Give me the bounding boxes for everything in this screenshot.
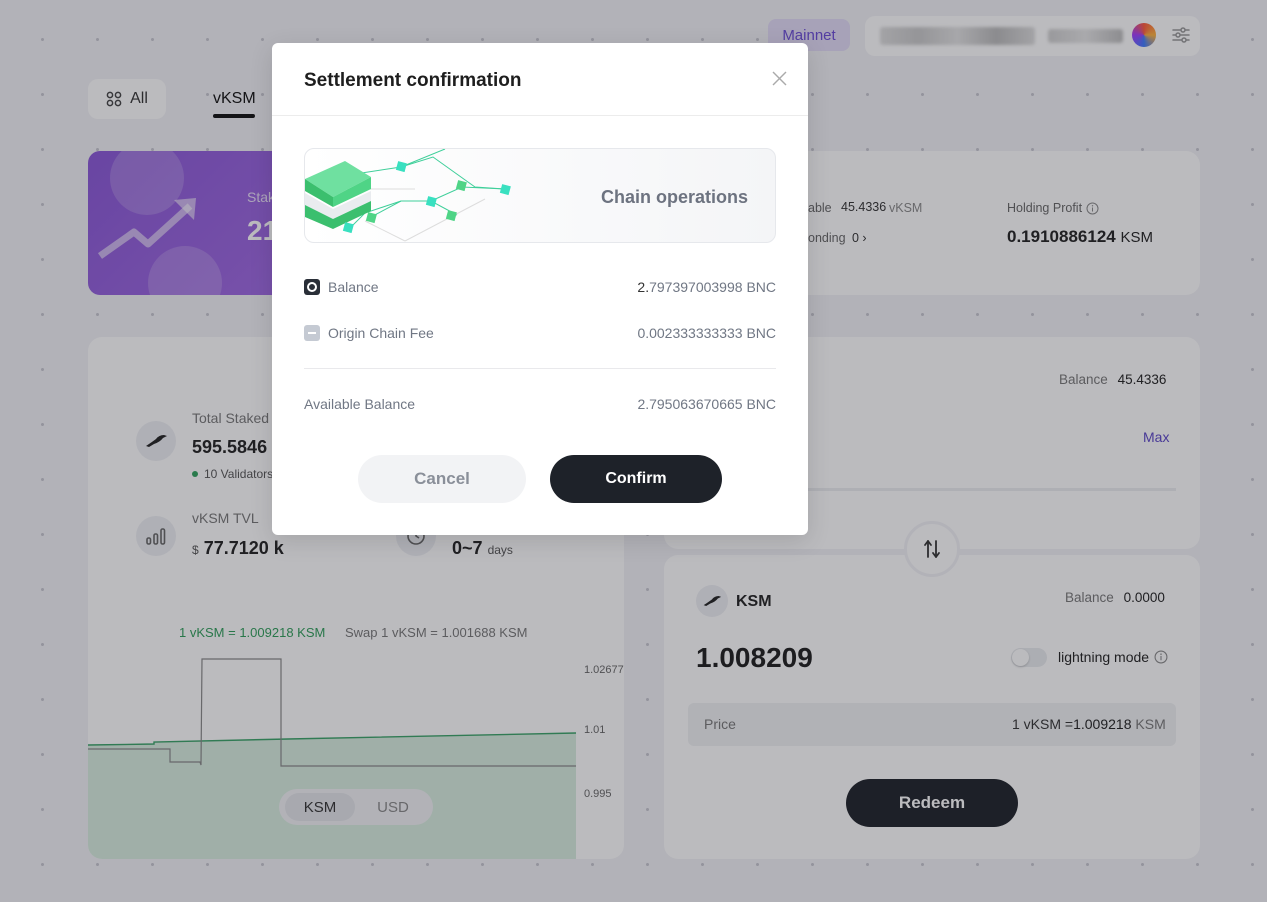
available-balance-value: 2.795063670665	[637, 396, 743, 412]
available-balance-label: Available Balance	[304, 396, 416, 412]
available-balance-unit: BNC	[746, 396, 776, 412]
balance-value-rest: 797397003998	[649, 279, 743, 295]
fee-label: Origin Chain Fee	[328, 325, 434, 341]
blockchain-illustration	[305, 149, 511, 242]
chain-operations-label: Chain operations	[601, 187, 749, 207]
modal-title: Settlement confirmation	[304, 70, 522, 91]
balance-row: Balance 2.797397003998 BNC	[304, 277, 776, 297]
close-icon[interactable]	[770, 69, 790, 89]
fee-value: 0.002333333333	[637, 325, 743, 341]
minus-square-icon	[304, 325, 320, 341]
cancel-button[interactable]: Cancel	[358, 455, 526, 503]
balance-value-lead: 2.	[637, 279, 650, 295]
modal-divider	[304, 368, 776, 369]
confirm-button[interactable]: Confirm	[550, 455, 722, 503]
balance-unit: BNC	[746, 279, 776, 295]
settlement-modal: Settlement confirmation Chain operations…	[272, 43, 808, 535]
modal-divider	[272, 115, 808, 116]
balance-icon	[304, 279, 320, 295]
chain-operations-banner: Chain operations	[304, 148, 776, 243]
balance-label: Balance	[328, 279, 379, 295]
available-balance-row: Available Balance 2.795063670665 BNC	[304, 394, 776, 414]
fee-unit: BNC	[746, 325, 776, 341]
fee-row: Origin Chain Fee 0.002333333333 BNC	[304, 323, 776, 343]
